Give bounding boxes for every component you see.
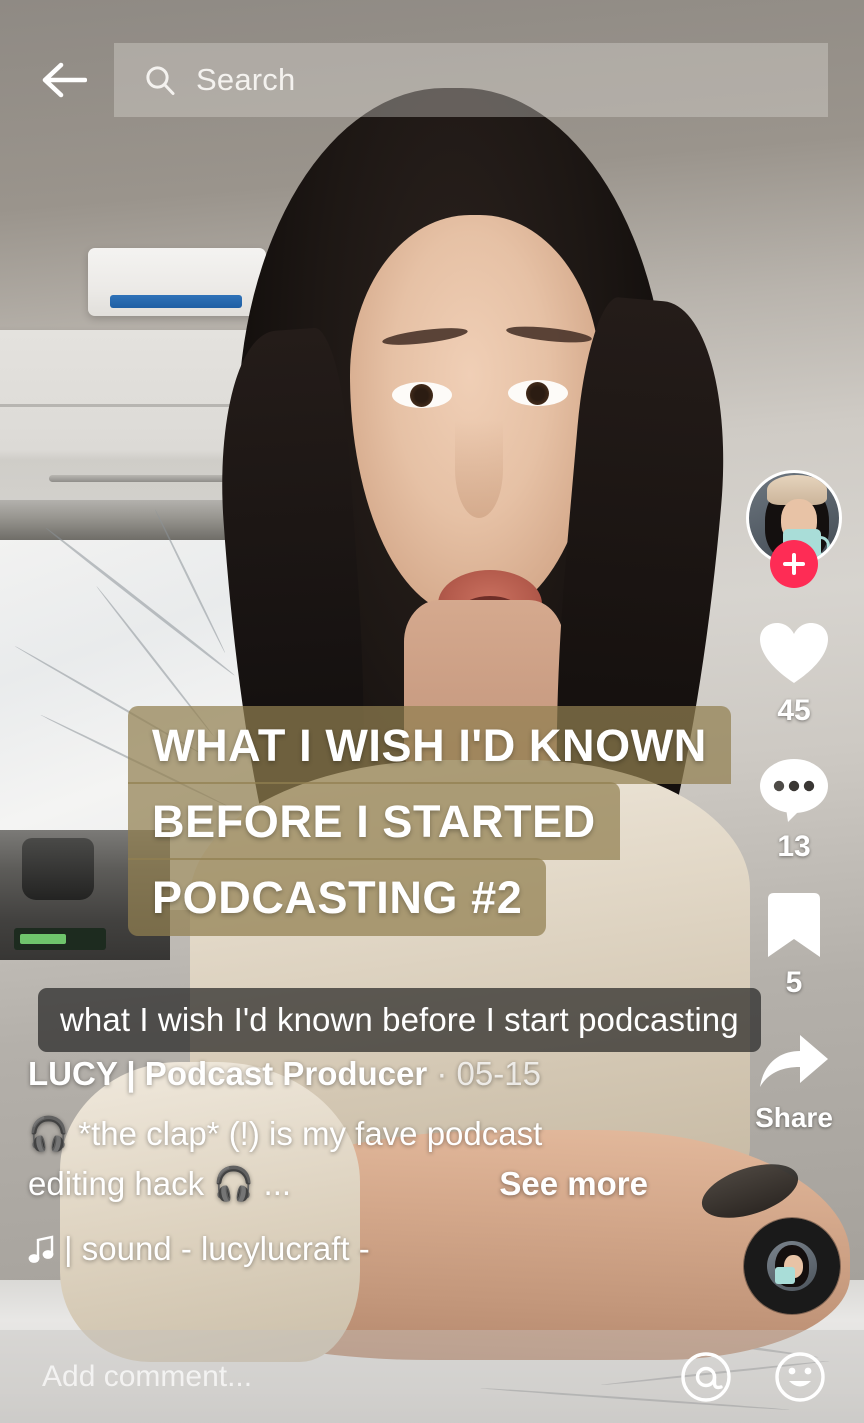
title-line-2: BEFORE I STARTED bbox=[128, 782, 620, 860]
arrow-left-icon bbox=[42, 62, 87, 98]
heart-icon bbox=[756, 616, 832, 692]
video-description[interactable]: 🎧 *the clap* (!) is my fave podcast edit… bbox=[28, 1109, 688, 1208]
author-row[interactable]: LUCY | Podcast Producer · 05-15 bbox=[28, 1055, 718, 1093]
subject-eye bbox=[508, 380, 568, 406]
share-label: Share bbox=[755, 1102, 833, 1133]
like-button[interactable]: 45 bbox=[756, 616, 832, 728]
comment-bar: Add comment... bbox=[0, 1330, 864, 1423]
disc-cover-art bbox=[767, 1241, 817, 1291]
video-title-overlay[interactable]: WHAT I WISH I'D KNOWN BEFORE I STARTED P… bbox=[128, 706, 731, 936]
bookmark-button[interactable]: 5 bbox=[756, 888, 832, 1000]
music-text: | sound - lucylucraft - bbox=[64, 1230, 370, 1267]
creator-avatar[interactable] bbox=[746, 470, 842, 588]
share-button[interactable]: Share bbox=[755, 1024, 833, 1134]
description-line-2: editing hack 🎧 ... bbox=[28, 1164, 292, 1202]
comment-button[interactable]: 13 bbox=[756, 752, 832, 864]
music-row[interactable]: | sound - lucylucraft - bbox=[28, 1230, 718, 1268]
comment-icon bbox=[756, 752, 832, 828]
comment-count: 13 bbox=[777, 830, 811, 863]
subject-nose bbox=[455, 420, 503, 518]
see-more-link[interactable]: See more bbox=[499, 1159, 648, 1209]
search-icon bbox=[146, 66, 175, 95]
music-note-icon bbox=[28, 1235, 54, 1263]
video-player-screen: Search 45 13 5 Share WHAT I WISH I'D KNO… bbox=[0, 0, 864, 1423]
emoji-smiley-icon bbox=[775, 1351, 825, 1402]
action-rail: 45 13 5 Share bbox=[744, 470, 844, 1158]
share-icon bbox=[756, 1024, 832, 1100]
title-line-3: PODCASTING #2 bbox=[128, 858, 547, 936]
at-mention-icon bbox=[681, 1351, 731, 1402]
bookmark-count: 5 bbox=[785, 966, 803, 999]
top-bar: Search bbox=[0, 0, 864, 160]
subject-eye bbox=[392, 382, 452, 408]
search-input[interactable]: Search bbox=[114, 43, 828, 117]
bookmark-icon bbox=[756, 888, 832, 964]
add-comment-input[interactable]: Add comment... bbox=[0, 1360, 676, 1394]
mention-button[interactable] bbox=[676, 1347, 736, 1407]
description-line-1: 🎧 *the clap* (!) is my fave podcast bbox=[28, 1115, 543, 1152]
back-button[interactable] bbox=[36, 52, 92, 108]
search-placeholder-text: Search bbox=[196, 62, 296, 97]
video-info: LUCY | Podcast Producer · 05-15 🎧 *the c… bbox=[28, 1055, 718, 1268]
author-name: LUCY | Podcast Producer bbox=[28, 1055, 428, 1092]
music-disc[interactable] bbox=[744, 1218, 840, 1314]
follow-button[interactable] bbox=[770, 540, 818, 588]
like-count: 45 bbox=[777, 694, 811, 727]
post-date: · 05-15 bbox=[427, 1055, 541, 1092]
vinyl-record-icon bbox=[744, 1218, 840, 1314]
auto-caption[interactable]: what I wish I'd known before I start pod… bbox=[38, 988, 761, 1052]
title-line-1: WHAT I WISH I'D KNOWN bbox=[128, 706, 731, 784]
emoji-button[interactable] bbox=[770, 1347, 830, 1407]
